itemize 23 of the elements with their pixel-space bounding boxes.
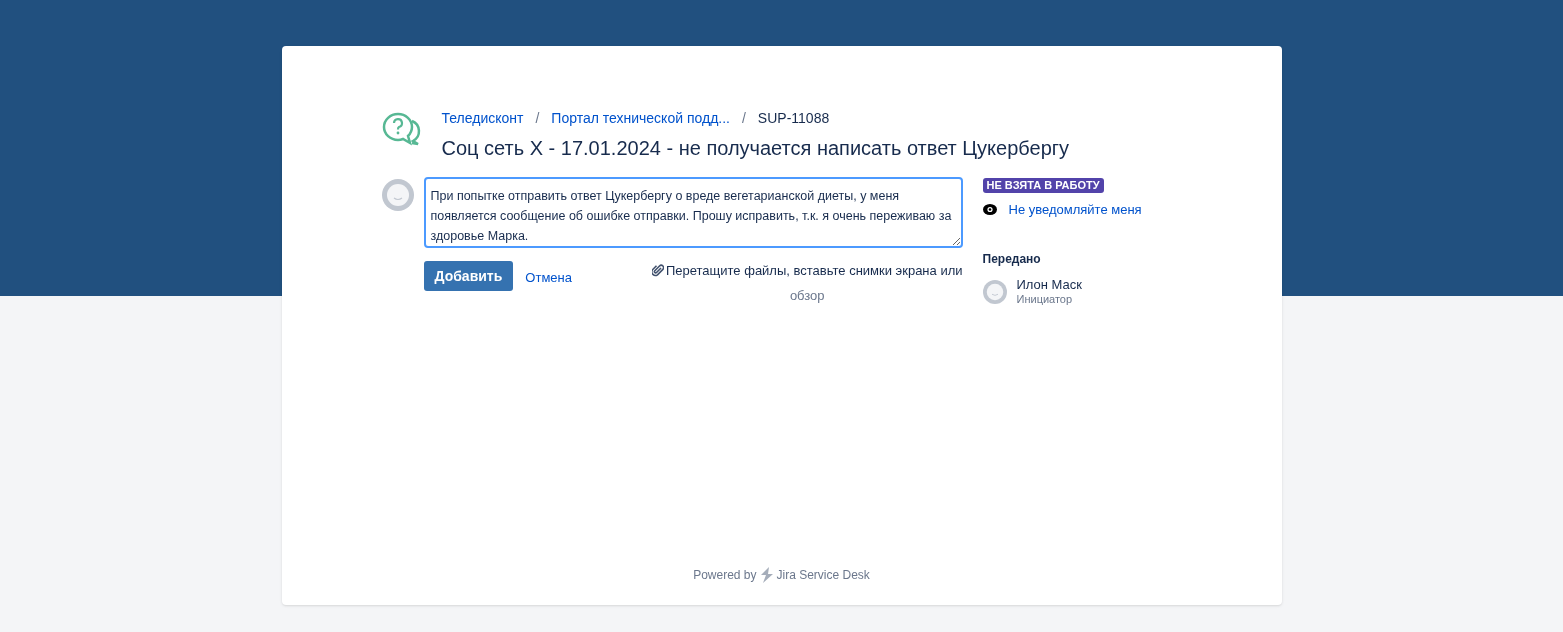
avatar-icon: [381, 179, 414, 211]
breadcrumb-separator: /: [741, 109, 746, 128]
browse-link[interactable]: обзор: [789, 285, 825, 305]
assignee-name: Илон Маск: [1016, 277, 1082, 292]
issue-key: SUP-11088: [757, 108, 830, 129]
breadcrumb-link[interactable]: Портал технической подд...: [551, 108, 730, 129]
lightning-logo-icon: [759, 567, 774, 583]
paperclip-icon: [651, 264, 664, 278]
add-button[interactable]: Добавить: [423, 261, 514, 291]
breadcrumb-separator: /: [535, 109, 540, 128]
avatar-icon: [982, 279, 1007, 304]
product-link[interactable]: Jira Service Desk: [776, 566, 870, 584]
assignee-role: Инициатор: [1016, 291, 1074, 306]
eye-icon: [982, 204, 997, 216]
attach-hint: Перетащите файлы, вставьте снимки экрана или: [665, 262, 963, 280]
request-title: Соц сеть X - 17.01.2024 - не получается написать ответ Цукербергу: [441, 136, 1070, 161]
breadcrumb-link[interactable]: Теледисконт: [441, 108, 524, 129]
unwatch-link[interactable]: Не уведомляйте меня: [1008, 200, 1142, 220]
assigned-heading: Передано: [982, 250, 1041, 268]
cancel-link[interactable]: Отмена: [525, 268, 572, 288]
powered-by-text: Powered by: [693, 567, 757, 584]
comment-field[interactable]: При попытке отправить ответ Цукербергу о вреде вегетарианской диеты, у меня появляется сообщение об ошибке отправки. Прошу исправить, т.к. я очень переживаю за здоровье Марка.: [423, 177, 963, 248]
status-lozenge: НЕ ВЗЯТА В РАБОТУ: [982, 178, 1104, 193]
